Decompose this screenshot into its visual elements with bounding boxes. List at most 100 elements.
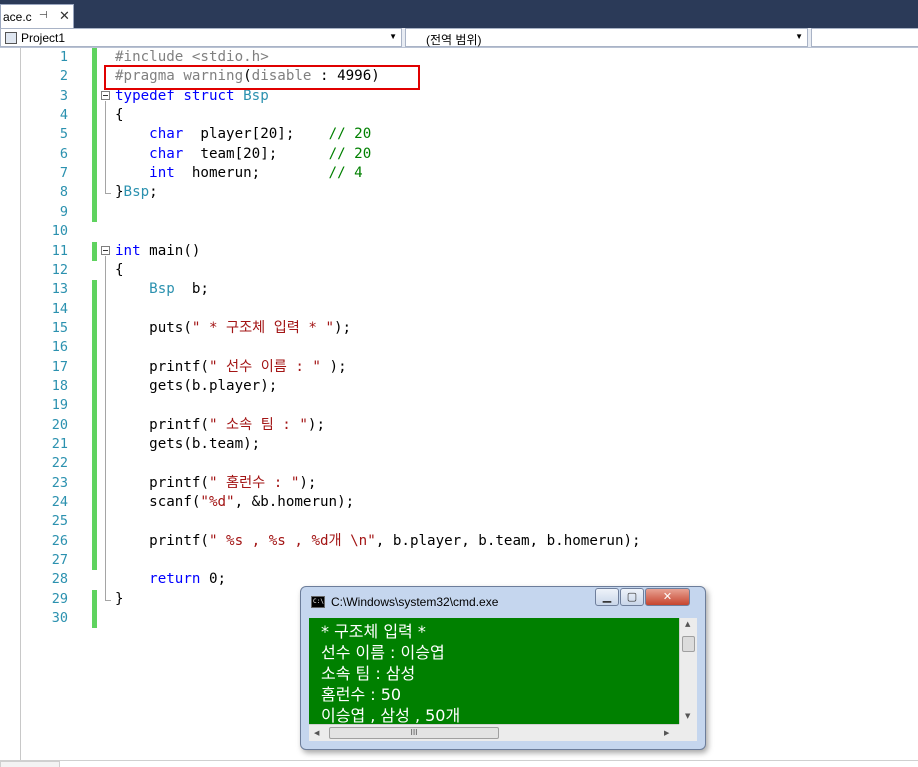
- fold-guide-end: [105, 599, 111, 601]
- code-line[interactable]: 26 printf(" %s , %s , %d개 \n", b.player,…: [0, 531, 918, 552]
- close-icon[interactable]: ✕: [59, 8, 70, 24]
- code-text[interactable]: gets(b.player);: [115, 377, 277, 396]
- scroll-thumb[interactable]: [682, 636, 695, 652]
- code-line[interactable]: 23 printf(" 홈런수 : ");: [0, 473, 918, 494]
- change-marker: [92, 106, 97, 126]
- code-line[interactable]: 17 printf(" 선수 이름 : " );: [0, 357, 918, 377]
- scroll-right-icon[interactable]: ▶: [664, 729, 669, 737]
- code-line[interactable]: 25: [0, 512, 918, 532]
- code-token: Bsp: [243, 87, 269, 104]
- change-marker: [92, 202, 97, 223]
- change-marker: [92, 241, 97, 261]
- project-dropdown[interactable]: Project1 ▼: [0, 28, 402, 47]
- code-text[interactable]: {: [115, 261, 124, 280]
- code-line[interactable]: 16: [0, 338, 918, 358]
- code-line[interactable]: 19: [0, 396, 918, 416]
- code-text[interactable]: printf(" %s , %s , %d개 \n", b.player, b.…: [115, 532, 640, 551]
- code-text[interactable]: printf(" 홈런수 : ");: [115, 474, 316, 493]
- line-number: 14: [51, 300, 68, 317]
- code-line[interactable]: 24 scanf("%d", &b.homerun);: [0, 493, 918, 513]
- code-token: {: [115, 261, 124, 278]
- change-marker: [92, 551, 97, 571]
- line-number: 12: [51, 261, 68, 278]
- pin-icon[interactable]: ⊣: [39, 10, 48, 21]
- document-tab[interactable]: ace.c ⊣ ✕: [0, 4, 74, 28]
- code-token: );: [334, 319, 352, 336]
- code-line[interactable]: 10: [0, 222, 918, 241]
- member-dropdown[interactable]: [811, 28, 918, 47]
- scroll-left-icon[interactable]: ◀: [314, 729, 319, 737]
- maximize-button[interactable]: ▢: [620, 588, 644, 606]
- code-line[interactable]: 21 gets(b.team);: [0, 435, 918, 455]
- code-line[interactable]: 6 char team[20]; // 20: [0, 144, 918, 165]
- code-text[interactable]: printf(" 선수 이름 : " );: [115, 358, 346, 377]
- code-text[interactable]: }: [115, 590, 124, 609]
- code-line[interactable]: 9: [0, 202, 918, 223]
- line-number: 1: [59, 49, 68, 65]
- code-line[interactable]: 18 gets(b.player);: [0, 376, 918, 397]
- code-line[interactable]: 11 int main(): [0, 241, 918, 261]
- code-token: b;: [174, 281, 209, 298]
- code-token: , &b.homerun);: [234, 494, 355, 511]
- code-token: {: [115, 107, 124, 124]
- code-line[interactable]: 22: [0, 454, 918, 474]
- code-text[interactable]: int main(): [115, 242, 200, 261]
- code-line[interactable]: 13 Bsp b;: [0, 280, 918, 300]
- scope-dropdown[interactable]: (전역 범위) ▼: [405, 28, 808, 47]
- code-line[interactable]: 12 {: [0, 261, 918, 280]
- scroll-down-icon[interactable]: ▼: [685, 712, 690, 720]
- code-line[interactable]: 14: [0, 299, 918, 319]
- code-text[interactable]: printf(" 소속 팀 : ");: [115, 416, 325, 435]
- change-marker: [92, 531, 97, 552]
- minimize-button[interactable]: ▁: [595, 588, 619, 606]
- console-line: 이승엽 , 삼성 , 50개: [321, 706, 461, 724]
- code-line[interactable]: 4{: [0, 106, 918, 126]
- code-token: // 20: [328, 126, 372, 143]
- horizontal-scrollbar[interactable]: ◀ III ▶: [309, 724, 679, 741]
- code-text[interactable]: {: [115, 106, 124, 125]
- code-token: puts(: [115, 319, 192, 336]
- code-token: #include <stdio.h>: [115, 49, 269, 65]
- line-number: 19: [51, 397, 68, 414]
- code-text[interactable]: scanf("%d", &b.homerun);: [115, 493, 354, 512]
- code-line[interactable]: 15 puts(" * 구조체 입력 * ");: [0, 318, 918, 339]
- collapse-icon[interactable]: [101, 245, 110, 255]
- code-text[interactable]: Bsp b;: [115, 280, 209, 299]
- code-text[interactable]: char player[20]; // 20: [115, 125, 371, 144]
- change-marker: [92, 512, 97, 532]
- close-button[interactable]: ✕: [645, 588, 690, 606]
- change-marker: [92, 164, 97, 184]
- line-number: 3: [59, 87, 68, 104]
- code-line[interactable]: 8}Bsp;: [0, 183, 918, 203]
- change-marker: [92, 589, 97, 610]
- change-marker: [92, 609, 97, 629]
- scope-dropdown-label: (전역 범위): [426, 33, 482, 47]
- scroll-thumb[interactable]: III: [329, 727, 499, 739]
- code-token: 0;: [200, 571, 227, 588]
- vertical-scrollbar[interactable]: ▲ ▼: [679, 618, 697, 724]
- code-token: printf(: [115, 474, 209, 491]
- code-text[interactable]: int homerun; // 4: [115, 164, 363, 183]
- code-text[interactable]: gets(b.team);: [115, 435, 260, 454]
- code-token: char: [149, 145, 184, 162]
- code-line[interactable]: 7 int homerun; // 4: [0, 164, 918, 184]
- line-number: 15: [51, 319, 68, 336]
- scroll-corner: [679, 724, 697, 741]
- code-line[interactable]: 5 char player[20]; // 20: [0, 125, 918, 145]
- code-line[interactable]: 20 printf(" 소속 팀 : ");: [0, 415, 918, 435]
- change-marker: [92, 415, 97, 435]
- collapse-icon[interactable]: [101, 90, 110, 100]
- code-line[interactable]: 27: [0, 551, 918, 571]
- line-number: 11: [51, 242, 68, 259]
- code-text[interactable]: char team[20]; // 20: [115, 145, 371, 164]
- code-token: printf(: [115, 358, 209, 375]
- code-text[interactable]: }Bsp;: [115, 183, 158, 202]
- bottom-panel-tab[interactable]: [0, 761, 60, 767]
- code-token: // 4: [328, 165, 363, 182]
- scroll-up-icon[interactable]: ▲: [685, 620, 690, 628]
- line-number: 25: [51, 513, 68, 530]
- code-text[interactable]: puts(" * 구조체 입력 * ");: [115, 319, 351, 338]
- console-window[interactable]: C:\ C:\Windows\system32\cmd.exe ▁ ▢ ✕ * …: [300, 586, 706, 750]
- code-text[interactable]: return 0;: [115, 570, 226, 589]
